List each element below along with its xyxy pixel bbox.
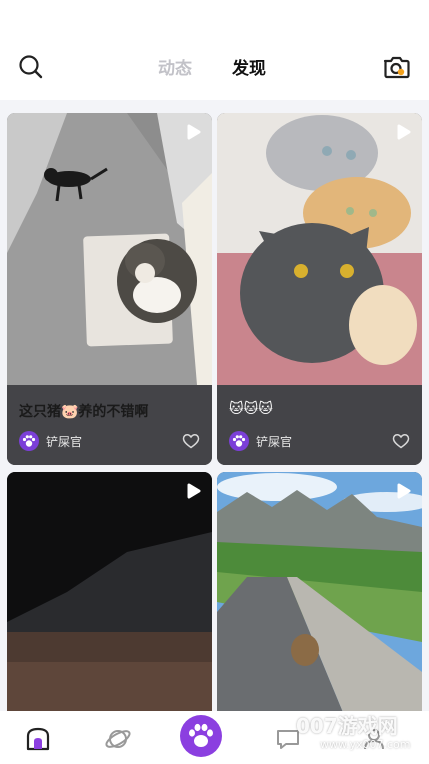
- message-icon[interactable]: [273, 724, 303, 754]
- feed-card[interactable]: [217, 472, 422, 711]
- tab-discover[interactable]: 发现: [232, 54, 266, 79]
- card-footer: [7, 385, 212, 465]
- planet-icon[interactable]: [103, 724, 133, 754]
- card-photo-mountain-road[interactable]: [217, 472, 422, 711]
- card-title: 这只猪🐷养的不错啊: [19, 404, 149, 420]
- home-icon[interactable]: [24, 725, 52, 753]
- avatar[interactable]: [229, 431, 249, 451]
- top-header: 动态 发现: [0, 0, 429, 100]
- heart-icon[interactable]: [182, 432, 200, 450]
- feed-card[interactable]: 🐱🐱🐱 铲屎官: [217, 113, 422, 465]
- avatar[interactable]: [19, 431, 39, 451]
- author-name[interactable]: 铲屎官: [256, 433, 292, 450]
- feed-card[interactable]: 这只猪🐷养的不错啊 铲屎官: [7, 113, 212, 465]
- profile-icon[interactable]: [359, 724, 389, 754]
- bottom-nav: [0, 711, 429, 764]
- camera-icon[interactable]: [381, 52, 411, 82]
- feed-tabs: 动态 发现: [0, 52, 429, 82]
- card-footer: [217, 385, 422, 465]
- feed-card[interactable]: [7, 472, 212, 711]
- card-title: 🐱🐱🐱: [229, 401, 273, 417]
- video-icon: [184, 123, 202, 141]
- card-photo-cats-on-balcony[interactable]: [7, 113, 212, 385]
- video-icon: [394, 482, 412, 500]
- discover-feed[interactable]: 这只猪🐷养的不错啊 铲屎官 🐱🐱🐱 铲屎官: [0, 100, 429, 711]
- card-photo-dark-scene[interactable]: [7, 472, 212, 711]
- card-author: 铲屎官: [229, 431, 410, 451]
- tab-dynamic[interactable]: 动态: [158, 54, 192, 79]
- card-author: 铲屎官: [19, 431, 200, 451]
- author-name[interactable]: 铲屎官: [46, 433, 82, 450]
- video-icon: [184, 482, 202, 500]
- app-screen: 动态 发现 这只猪🐷养的不错啊 铲屎官 🐱🐱🐱 铲屎官 007游戏网 www.y…: [0, 0, 429, 764]
- paw-icon[interactable]: [180, 715, 222, 757]
- heart-icon[interactable]: [392, 432, 410, 450]
- video-icon: [394, 123, 412, 141]
- card-photo-stacked-cats[interactable]: [217, 113, 422, 385]
